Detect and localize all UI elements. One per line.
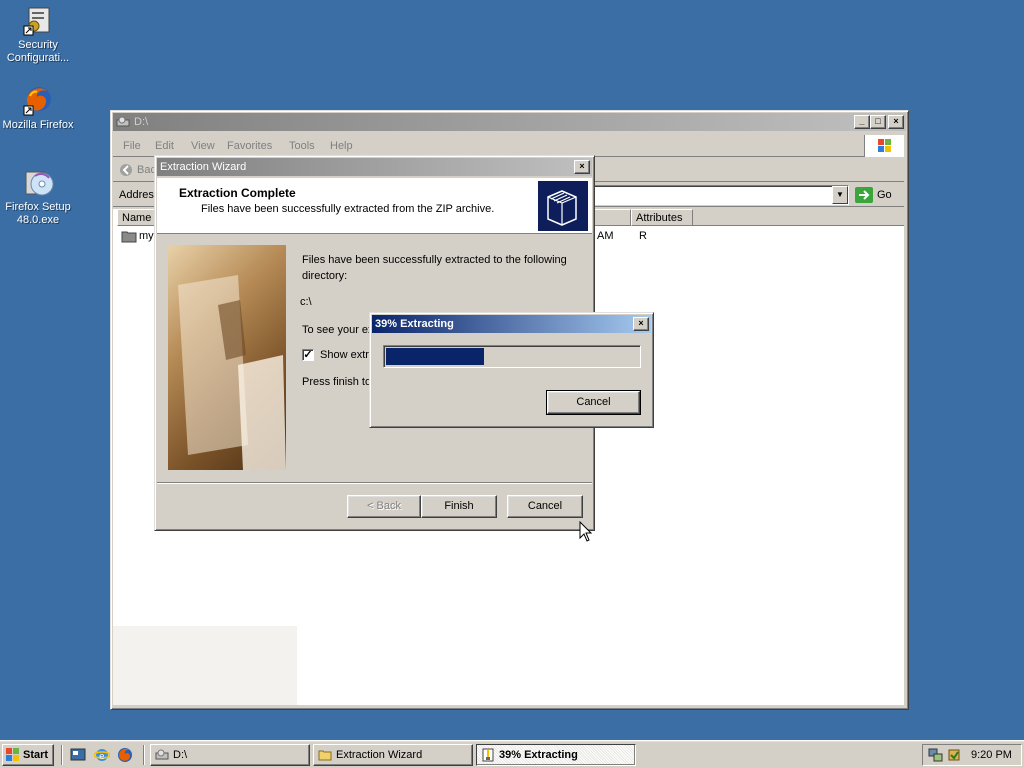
desktop-icon-label: Firefox Setup 48.0.exe: [5, 201, 71, 226]
wizard-header: Extraction Complete Files have been succ…: [157, 178, 592, 234]
task-label: D:\: [173, 749, 188, 761]
folder-icon: [318, 748, 332, 762]
menu-tools[interactable]: Tools: [289, 140, 315, 152]
firefox-quicklaunch-icon[interactable]: [117, 747, 133, 763]
show-files-label[interactable]: Show extr: [320, 349, 369, 361]
close-button[interactable]: ×: [888, 115, 904, 129]
go-arrow-icon[interactable]: [855, 187, 873, 203]
wizard-cancel-button[interactable]: Cancel: [507, 495, 583, 518]
windows-flag-icon: [6, 748, 20, 762]
minimize-button[interactable]: _: [854, 115, 870, 129]
security-config-icon: [22, 4, 54, 36]
desktop-icon-label: Mozilla Firefox: [2, 119, 74, 131]
column-header-spacer: [593, 209, 631, 226]
network-icon[interactable]: [928, 747, 944, 763]
progress-titlebar[interactable]: 39% Extracting ×: [372, 315, 651, 333]
desktop-icon-firefox-setup[interactable]: Firefox Setup 48.0.exe: [0, 166, 76, 227]
task-label: 39% Extracting: [499, 749, 578, 761]
maximize-button[interactable]: □: [870, 115, 886, 129]
clock[interactable]: 9:20 PM: [971, 749, 1012, 761]
start-button[interactable]: Start: [2, 744, 54, 766]
progress-close-button[interactable]: ×: [633, 317, 649, 331]
drive-icon: [155, 748, 169, 762]
wizard-body-line1: Files have been successfully extracted t…: [302, 254, 567, 266]
explorer-title: D:\: [134, 116, 149, 128]
task-extracting[interactable]: 39% Extracting: [476, 744, 636, 766]
address-label: Addres: [119, 189, 154, 201]
go-button-label[interactable]: Go: [877, 189, 892, 201]
wizard-titlebar[interactable]: Extraction Wizard ×: [157, 158, 592, 176]
menu-help[interactable]: Help: [330, 140, 353, 152]
taskbar: Start e D:\ Extraction Wizard 39% Extrac…: [0, 740, 1024, 768]
folder-icon: [121, 229, 137, 243]
show-desktop-icon[interactable]: [70, 747, 86, 763]
menu-bar: File Edit View Favorites Tools Help: [113, 135, 904, 157]
file-attributes: R: [639, 230, 647, 242]
column-header-filler: [693, 209, 904, 226]
column-header-attributes[interactable]: Attributes: [631, 209, 693, 226]
installer-cd-icon: [22, 166, 54, 198]
system-tray: 9:20 PM: [922, 744, 1022, 766]
wizard-body-line2: directory:: [302, 270, 348, 282]
task-extraction-wizard[interactable]: Extraction Wizard: [313, 744, 473, 766]
ie-icon[interactable]: e: [93, 747, 111, 763]
explorer-titlebar[interactable]: D:\ _ □ ×: [113, 113, 906, 131]
wizard-see-text: To see your ex: [302, 324, 374, 336]
wizard-directory: c:\: [300, 296, 312, 308]
finish-button[interactable]: Finish: [421, 495, 497, 518]
wizard-divider: [157, 482, 592, 484]
quicklaunch-separator: [61, 745, 63, 765]
task-explorer[interactable]: D:\: [150, 744, 310, 766]
tray-app-icon[interactable]: [946, 747, 962, 763]
desktop-icon-label: Security Configurati...: [6, 39, 70, 64]
menu-edit[interactable]: Edit: [155, 140, 174, 152]
drive-icon: [116, 115, 130, 129]
left-pane: [113, 626, 297, 705]
wizard-heading: Extraction Complete: [179, 186, 296, 200]
wizard-close-button[interactable]: ×: [574, 160, 590, 174]
progress-title: 39% Extracting: [375, 318, 454, 330]
column-name-label: Name: [122, 212, 152, 224]
wizard-title: Extraction Wizard: [160, 161, 247, 173]
desktop-icon-firefox[interactable]: Mozilla Firefox: [0, 84, 76, 132]
file-time-tail: AM: [597, 230, 614, 242]
menu-view[interactable]: View: [191, 140, 215, 152]
progress-bar: [383, 345, 641, 368]
progress-dialog[interactable]: 39% Extracting × Cancel: [369, 312, 654, 428]
column-header-name[interactable]: Name: [117, 209, 159, 226]
column-attributes-label: Attributes: [636, 212, 683, 224]
desktop-icon-security[interactable]: Security Configurati...: [0, 4, 76, 65]
menu-favorites[interactable]: Favorites: [227, 140, 272, 152]
back-button[interactable]: < Back: [347, 495, 421, 518]
firefox-icon: [22, 84, 54, 116]
wizard-press-text: Press finish to: [302, 376, 372, 388]
wizard-subheading: Files have been successfully extracted f…: [201, 203, 495, 215]
svg-text:e: e: [99, 752, 105, 762]
windows-logo-icon: [864, 135, 904, 157]
show-files-checkbox[interactable]: ✓: [302, 349, 314, 361]
wizard-side-image: [168, 245, 286, 470]
menu-file[interactable]: File: [123, 140, 141, 152]
back-arrow-icon[interactable]: [119, 163, 133, 177]
task-label: Extraction Wizard: [336, 749, 423, 761]
dropdown-arrow-icon[interactable]: ▼: [832, 186, 848, 204]
zip-icon: [481, 748, 495, 762]
progress-cancel-button[interactable]: Cancel: [546, 390, 641, 415]
start-label: Start: [23, 749, 49, 761]
progress-fill: [386, 348, 485, 365]
wizard-folders-icon: [538, 181, 588, 231]
tasks-separator: [143, 745, 145, 765]
mouse-cursor-icon: [579, 520, 593, 543]
address-input[interactable]: ▼: [593, 185, 849, 205]
